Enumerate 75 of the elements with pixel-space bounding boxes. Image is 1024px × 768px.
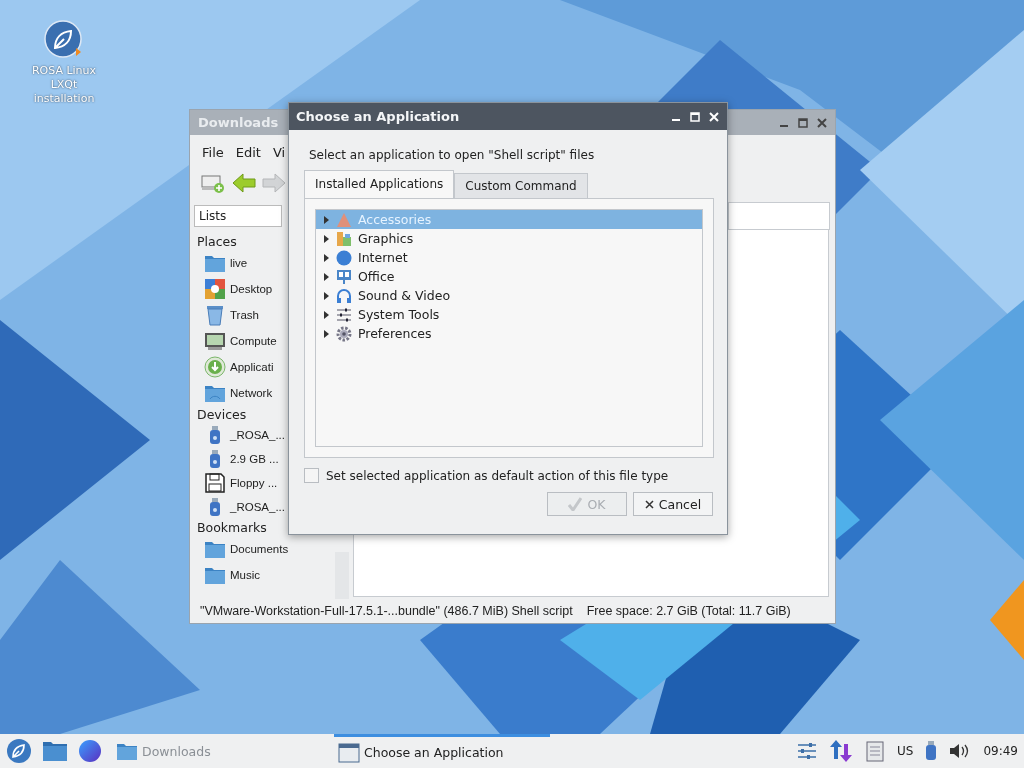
sidebar-item[interactable]: Documents: [230, 543, 289, 555]
sidebar-item[interactable]: Compute: [230, 335, 277, 347]
globe-icon[interactable]: [78, 739, 102, 763]
tree-row[interactable]: Graphics: [316, 229, 702, 248]
folder-icon: [204, 539, 226, 559]
clock[interactable]: 09:49: [983, 744, 1018, 758]
sidebar-item[interactable]: 2.9 GB ...: [230, 453, 279, 465]
sliders-icon[interactable]: [797, 742, 817, 760]
floppy-icon: [204, 473, 226, 493]
folder-icon[interactable]: [42, 740, 68, 762]
sidebar-item[interactable]: Applicati: [230, 361, 274, 373]
check-icon: [568, 497, 583, 511]
expand-arrow-icon[interactable]: [322, 291, 330, 300]
expand-arrow-icon[interactable]: [322, 310, 330, 319]
side-pane-dropdown[interactable]: Lists: [194, 205, 282, 227]
sidebar-item[interactable]: _ROSA_...: [230, 429, 285, 441]
sidebar-item[interactable]: _ROSA_...: [230, 501, 285, 513]
office-icon: [336, 268, 352, 285]
tree-row[interactable]: Preferences: [316, 324, 702, 343]
clipboard-icon[interactable]: [865, 740, 885, 762]
sliders-icon: [336, 306, 352, 323]
sidebar-item[interactable]: Network: [230, 387, 273, 399]
expand-arrow-icon[interactable]: [322, 272, 330, 281]
close-icon: [644, 499, 654, 509]
expand-arrow-icon[interactable]: [322, 234, 330, 243]
folder-icon: [116, 741, 138, 761]
monitor-icon: [204, 331, 226, 351]
folder-icon: [204, 253, 226, 273]
sidebar-item[interactable]: live: [230, 257, 248, 269]
network-folder-icon: [204, 383, 226, 403]
tree-row[interactable]: Internet: [316, 248, 702, 267]
checkbox-label[interactable]: Set selected application as default action of this file type: [326, 468, 669, 483]
section-heading: Devices: [196, 406, 248, 423]
graphics-icon: [336, 230, 352, 247]
sidebar-item[interactable]: Floppy ...: [230, 477, 278, 489]
window-title: Downloads: [198, 115, 279, 130]
rosa-logo-icon[interactable]: [44, 20, 84, 60]
menu-item[interactable]: Edit: [235, 145, 261, 167]
maximize-icon[interactable]: [798, 117, 808, 128]
keyboard-layout-indicator[interactable]: US: [897, 744, 914, 758]
window-icon: [338, 742, 360, 763]
tree-row[interactable]: System Tools: [316, 305, 702, 324]
usb-drive-icon[interactable]: [925, 741, 938, 761]
taskbar-task[interactable]: Choose an Application: [334, 734, 550, 768]
app-menu-icon[interactable]: [6, 738, 32, 764]
section-heading: Places: [196, 233, 238, 250]
tree-row[interactable]: Sound & Video: [316, 286, 702, 305]
sidebar-item[interactable]: Music: [230, 569, 261, 581]
sidebar-item[interactable]: Trash: [230, 309, 259, 321]
path-field[interactable]: [728, 202, 830, 230]
status-text: "VMware-Workstation-Full-17.5.1-...bundle" (486.7 MiB) Shell script: [200, 604, 573, 618]
tree-row[interactable]: Office: [316, 267, 702, 286]
gear-icon: [336, 325, 352, 342]
folder-icon: [204, 565, 226, 585]
menu-item[interactable]: File: [202, 145, 224, 167]
sidebar-item[interactable]: Desktop: [230, 283, 273, 295]
tab[interactable]: Installed Applications: [304, 170, 455, 198]
status-text: Free space: 2.7 GiB (Total: 11.7 GiB): [586, 604, 791, 618]
expand-arrow-icon[interactable]: [322, 215, 330, 224]
trash-icon: [204, 304, 226, 326]
globe-icon: [336, 249, 352, 266]
download-icon: [204, 356, 226, 378]
section-heading: Bookmarks: [196, 519, 268, 536]
menu-item[interactable]: Vi: [272, 145, 286, 167]
tab[interactable]: Custom Command: [454, 173, 588, 198]
desktop-icon: [204, 278, 226, 300]
headphones-icon: [336, 287, 352, 304]
expand-arrow-icon[interactable]: [322, 253, 330, 262]
close-icon[interactable]: [817, 117, 827, 128]
checkbox[interactable]: [304, 468, 319, 483]
expand-arrow-icon[interactable]: [322, 329, 330, 338]
cancel-button[interactable]: Cancel: [633, 492, 713, 516]
prompt-text: Select an application to open "Shell script" files: [308, 147, 596, 162]
window-title: Choose an Application: [296, 109, 460, 124]
network-arrows-icon[interactable]: [829, 739, 853, 763]
